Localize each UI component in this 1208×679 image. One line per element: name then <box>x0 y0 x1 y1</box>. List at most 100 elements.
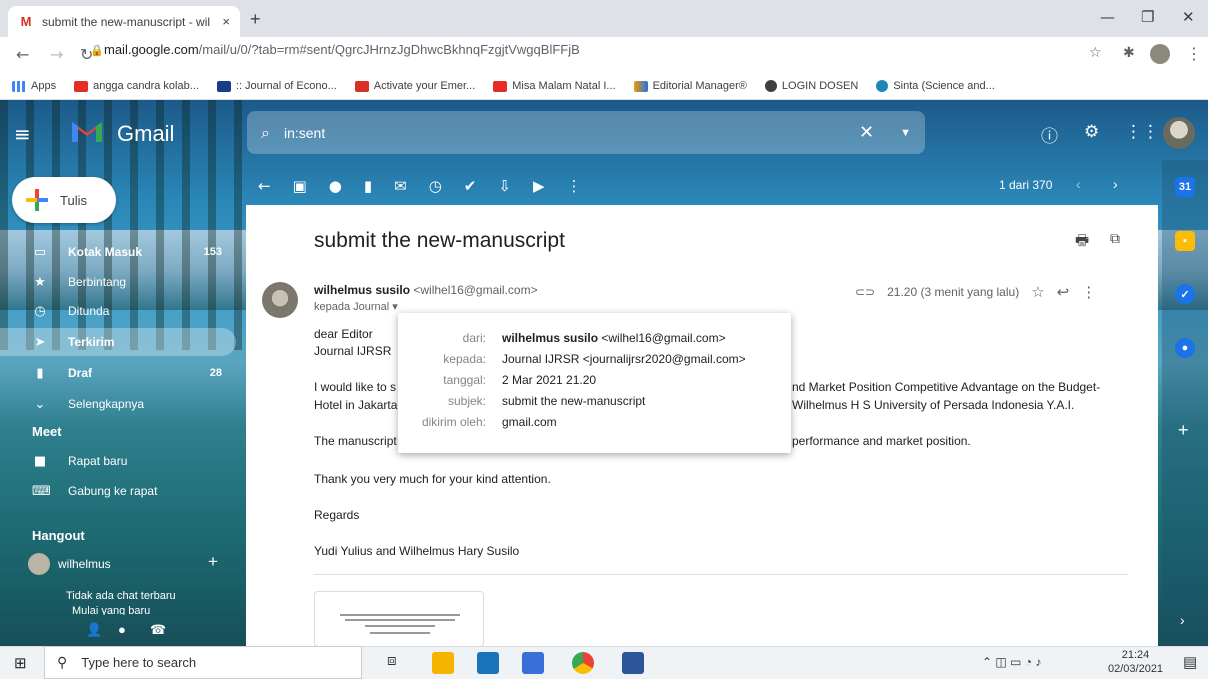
extensions-icon[interactable]: ✱ <box>1123 45 1135 61</box>
tasks-icon[interactable]: ✓ <box>1175 284 1195 304</box>
notification-icon[interactable]: ▤ <box>1183 653 1197 671</box>
thumbnail-text-line <box>365 625 435 627</box>
back-to-list-icon[interactable]: ← <box>258 177 271 195</box>
word-icon[interactable] <box>622 652 644 674</box>
sidebar-item-inbox[interactable]: ▭ Kotak Masuk 153 <box>0 238 236 266</box>
mark-unread-icon[interactable]: ✉ <box>394 177 407 195</box>
bookmark-item[interactable]: Activate your Emer... <box>354 80 475 92</box>
window-close-icon[interactable]: ✕ <box>1182 8 1195 26</box>
body-line: Yudi Yulius and Wilhelmus Hary Susilo <box>314 544 520 558</box>
back-icon[interactable]: ← <box>16 45 29 64</box>
new-tab-button[interactable]: + <box>250 9 261 30</box>
star-message-icon[interactable]: ☆ <box>1031 283 1044 301</box>
bookmark-apps[interactable]: Apps <box>12 80 56 92</box>
newer-icon[interactable]: ‹ <box>1076 176 1081 192</box>
sidebar-item-more[interactable]: ⌄ Selengkapnya <box>0 390 236 418</box>
sender-avatar <box>262 282 298 318</box>
bookmark-item[interactable]: Editorial Manager® <box>633 80 747 92</box>
message-more-icon[interactable]: ⋮ <box>1081 283 1096 301</box>
report-spam-icon[interactable]: ● <box>329 177 342 195</box>
label-icon[interactable]: ▶ <box>533 177 545 195</box>
sidebar-item-drafts[interactable]: ▮ Draf 28 <box>0 359 236 387</box>
search-bar[interactable]: ⌕ in:sent ✕ ▼ <box>247 111 925 154</box>
body-line: Hotel in Jakarta <box>314 398 398 412</box>
app-icon[interactable] <box>522 652 544 674</box>
help-icon[interactable]: ⓘ <box>1041 122 1058 147</box>
contacts-icon[interactable]: 👤 <box>86 622 102 638</box>
meet-join-meeting[interactable]: ⌨ Gabung ke rapat <box>0 477 236 505</box>
bookmarks-bar: Apps angga candra kolab... :: Journal of… <box>0 73 1208 100</box>
address-bar[interactable]: mail.google.com/mail/u/0/?tab=rm#sent/Qg… <box>104 42 580 57</box>
hangout-heading: Hangout <box>32 528 85 543</box>
meet-new-meeting[interactable]: ■ Rapat baru <box>0 447 236 475</box>
bookmark-star-icon[interactable]: ☆ <box>1089 45 1102 61</box>
print-icon[interactable]: 🖶 <box>1075 230 1089 255</box>
tab-close-icon[interactable]: × <box>222 14 230 29</box>
hangouts-icon[interactable]: ● <box>118 622 126 637</box>
google-apps-icon[interactable]: ⋮⋮ <box>1125 122 1159 142</box>
chrome-taskbar-icon[interactable] <box>572 652 594 674</box>
more-actions-icon[interactable]: ⋮ <box>567 177 582 195</box>
taskbar-search[interactable]: ⚲ Type here to search <box>44 646 362 679</box>
hangout-user-avatar[interactable] <box>28 553 50 575</box>
browser-tab[interactable]: M submit the new-manuscript - wil × <box>8 6 240 37</box>
main-menu-icon[interactable]: ≡ <box>14 122 31 146</box>
body-line: performance and market position. <box>792 434 971 448</box>
search-input[interactable]: in:sent <box>284 125 325 141</box>
profile-avatar[interactable] <box>1150 44 1170 64</box>
taskbar-clock[interactable]: 21:24 02/03/2021 <box>1108 648 1163 676</box>
calendar-icon[interactable]: 31 <box>1175 177 1195 197</box>
sidebar-item-sent[interactable]: ➤ Terkirim <box>0 328 236 356</box>
delete-icon[interactable]: ▮ <box>364 177 372 195</box>
popup-row-to: kepada: Journal IJRSR <journalijrsr2020@g… <box>443 351 746 366</box>
file-explorer-icon[interactable] <box>432 652 454 674</box>
bookmark-item[interactable]: LOGIN DOSEN <box>764 80 858 92</box>
reply-icon[interactable]: ↩ <box>1057 283 1070 301</box>
sidebar-item-starred[interactable]: ★ Berbintang <box>0 268 236 296</box>
body-line: Regards <box>314 508 360 522</box>
add-chat-icon[interactable]: + <box>208 552 218 572</box>
youtube-icon <box>74 80 89 92</box>
open-new-window-icon[interactable]: ⧉ <box>1110 230 1120 247</box>
keep-icon[interactable]: ▪ <box>1175 231 1195 251</box>
add-to-tasks-icon[interactable]: ✔ <box>464 177 477 195</box>
restore-icon[interactable]: ❐ <box>1141 8 1154 26</box>
move-to-icon[interactable]: ⇩ <box>498 177 511 195</box>
search-options-icon[interactable]: ▼ <box>900 127 911 139</box>
task-view-icon[interactable]: ⧈ <box>387 652 397 669</box>
compose-button[interactable]: Tulis <box>12 177 116 223</box>
hangout-user-name[interactable]: wilhelmus <box>58 557 111 571</box>
system-tray-icons[interactable]: ⌃ ◫ ▭ ◔ ♪ <box>982 655 1041 669</box>
star-icon: ★ <box>34 274 46 290</box>
bookmark-item[interactable]: :: Journal of Econo... <box>216 80 337 92</box>
chrome-menu-icon[interactable]: ⋮ <box>1186 44 1202 63</box>
compose-label: Tulis <box>60 192 87 208</box>
mail-app-icon[interactable] <box>477 652 499 674</box>
windows-start-icon[interactable]: ⊞ <box>14 654 27 672</box>
bookmark-item[interactable]: angga candra kolab... <box>74 80 199 92</box>
gmail-logo-icon <box>72 122 102 142</box>
popup-row-subject: subjek: submit the new-manuscript <box>447 393 646 408</box>
clear-search-icon[interactable]: ✕ <box>859 122 874 143</box>
search-icon: ⚲ <box>57 654 68 670</box>
archive-icon[interactable]: ▣ <box>293 177 307 195</box>
get-addons-icon[interactable]: + <box>1178 420 1189 441</box>
attachment-thumbnail[interactable] <box>314 591 484 647</box>
phone-icon[interactable]: ☎ <box>150 622 166 638</box>
expand-side-panel-icon[interactable]: › <box>1180 612 1185 628</box>
contacts-side-icon[interactable]: ● <box>1175 338 1195 358</box>
bookmark-item[interactable]: Misa Malam Natal I... <box>493 80 616 92</box>
minimize-icon[interactable]: — <box>1100 8 1115 26</box>
hangout-start-link[interactable]: Mulai yang baru <box>72 605 150 615</box>
forward-icon[interactable]: → <box>50 45 63 64</box>
sidebar-item-snoozed[interactable]: ◷ Ditunda <box>0 297 236 325</box>
search-icon[interactable]: ⌕ <box>261 123 270 143</box>
message-meta: ⊂⊃ 21.20 (3 menit yang lalu) ☆ ↩ ⋮ <box>855 283 1096 301</box>
send-icon: ➤ <box>34 334 46 350</box>
settings-gear-icon[interactable]: ⚙ <box>1084 122 1099 142</box>
older-icon[interactable]: › <box>1113 176 1118 192</box>
account-avatar[interactable] <box>1163 117 1195 149</box>
bookmark-item[interactable]: Sinta (Science and... <box>876 80 995 92</box>
recipient-details-toggle[interactable]: kepada Journal ▾ <box>314 300 398 313</box>
snooze-icon[interactable]: ◷ <box>429 177 442 195</box>
